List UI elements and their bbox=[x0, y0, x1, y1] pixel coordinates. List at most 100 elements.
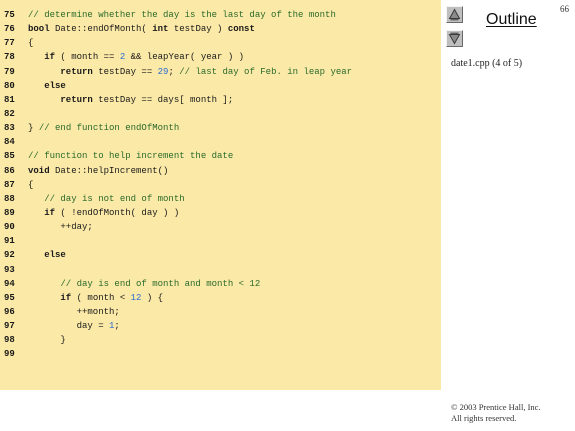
triangle-down-icon bbox=[448, 32, 461, 45]
code-line: 92 else bbox=[4, 248, 352, 262]
code-token-plain: day = bbox=[28, 321, 110, 332]
code-line: 86 void Date::helpIncrement() bbox=[4, 164, 352, 178]
code-token-plain: testDay == days[ month ]; bbox=[92, 94, 234, 105]
line-number: 88 bbox=[4, 193, 15, 204]
code-line: 79 return testDay == 29; // last day of … bbox=[4, 65, 352, 79]
line-number: 98 bbox=[4, 335, 15, 346]
code-line: 76 bool Date::endOfMonth( int testDay ) c… bbox=[4, 22, 352, 36]
triangle-up-icon bbox=[448, 8, 461, 21]
line-number: 76 bbox=[4, 24, 15, 35]
code-token-plain: testDay == bbox=[92, 66, 158, 77]
line-number: 97 bbox=[4, 321, 15, 332]
code-token-keyword: else bbox=[44, 80, 66, 91]
line-number: 94 bbox=[4, 278, 15, 289]
code-line: 80 else bbox=[4, 79, 352, 93]
code-token-plain: ( month == bbox=[55, 52, 120, 63]
line-number: 92 bbox=[4, 250, 15, 261]
code-line: 99 bbox=[4, 347, 352, 361]
code-token-keyword: const bbox=[227, 24, 255, 35]
code-token-plain: ; bbox=[168, 66, 180, 77]
previous-slide-button[interactable] bbox=[446, 6, 463, 23]
code-token-keyword: int bbox=[152, 24, 169, 35]
code-token-keyword: else bbox=[44, 250, 66, 261]
code-token-comment: // determine whether the day is the last… bbox=[28, 10, 336, 20]
line-number: 79 bbox=[4, 66, 15, 77]
code-line: 78 if ( month == 2 && leapYear( year ) ) bbox=[4, 50, 352, 64]
code-line: 98 } bbox=[4, 333, 352, 347]
code-line: 87 { bbox=[4, 178, 352, 192]
line-number: 95 bbox=[4, 292, 15, 303]
code-line: 93 bbox=[4, 263, 352, 277]
code-line: 88 // day is not end of month bbox=[4, 192, 352, 206]
code-line: 83} // end function endOfMonth bbox=[4, 121, 352, 135]
copyright-notice: © 2003 Prentice Hall, Inc. All rights re… bbox=[451, 402, 541, 424]
code-token-comment: // day is end of month and month < 12 bbox=[60, 278, 261, 289]
code-token-plain: ( month < bbox=[71, 292, 131, 303]
line-number: 99 bbox=[4, 349, 15, 360]
code-token-keyword: if bbox=[60, 292, 72, 303]
code-line: 84 bbox=[4, 135, 352, 149]
code-token-comment: // function to help increment the date bbox=[28, 151, 234, 162]
copyright-line: All rights reserved. bbox=[451, 413, 517, 423]
code-token-plain: Date::helpIncrement() bbox=[49, 165, 169, 176]
code-line: 85 // function to help increment the date bbox=[4, 149, 352, 163]
line-number: 87 bbox=[4, 179, 15, 190]
code-line: 91 bbox=[4, 234, 352, 248]
line-number: 82 bbox=[4, 108, 15, 119]
outline-title[interactable]: Outline bbox=[486, 11, 537, 29]
line-number: 90 bbox=[4, 222, 15, 233]
code-listing: 75 // determine whether the day is the la… bbox=[4, 8, 352, 362]
code-line: 90 ++day; bbox=[4, 220, 352, 234]
code-token-plain: ) { bbox=[141, 292, 164, 303]
code-line: 75 // determine whether the day is the la… bbox=[4, 8, 352, 22]
code-token-keyword: if bbox=[44, 52, 56, 63]
line-number: 93 bbox=[4, 264, 15, 275]
code-token-number: 12 bbox=[130, 292, 142, 303]
code-token-comment: // end function endOfMonth bbox=[38, 123, 180, 134]
code-token-keyword: if bbox=[44, 207, 56, 218]
code-line: 77 { bbox=[4, 36, 352, 50]
code-line: 82 bbox=[4, 107, 352, 121]
code-token-plain: Date::endOfMonth( bbox=[49, 24, 153, 35]
line-number: 85 bbox=[4, 151, 15, 162]
line-number: 83 bbox=[4, 123, 15, 134]
line-number: 86 bbox=[4, 165, 15, 176]
line-number: 91 bbox=[4, 236, 15, 247]
code-token-plain: testDay ) bbox=[168, 24, 228, 35]
code-token-plain: { bbox=[28, 38, 34, 49]
code-token-comment: // day is not end of month bbox=[44, 193, 185, 204]
line-number: 75 bbox=[4, 10, 15, 20]
line-number: 84 bbox=[4, 137, 15, 148]
code-panel: 75 // determine whether the day is the la… bbox=[0, 0, 441, 390]
code-line: 94 // day is end of month and month < 12 bbox=[4, 277, 352, 291]
line-number: 89 bbox=[4, 207, 15, 218]
line-number: 78 bbox=[4, 52, 15, 63]
code-token-plain: ++month; bbox=[28, 306, 120, 317]
code-token-plain: { bbox=[28, 179, 34, 190]
code-token-plain: ( !endOfMonth( day ) ) bbox=[55, 207, 180, 218]
code-token-comment: // last day of Feb. in leap year bbox=[179, 66, 353, 77]
code-token-plain: } bbox=[28, 335, 66, 346]
file-label: date1.cpp (4 of 5) bbox=[451, 58, 523, 69]
next-slide-button[interactable] bbox=[446, 30, 463, 47]
line-number: 80 bbox=[4, 80, 15, 91]
code-token-number: 29 bbox=[157, 66, 169, 77]
copyright-line: © 2003 Prentice Hall, Inc. bbox=[451, 402, 541, 412]
code-line: 96 ++month; bbox=[4, 305, 352, 319]
page-number: 66 bbox=[560, 4, 569, 14]
code-token-plain: } bbox=[28, 123, 39, 134]
code-line: 81 return testDay == days[ month ]; bbox=[4, 93, 352, 107]
code-line: 89 if ( !endOfMonth( day ) ) bbox=[4, 206, 352, 220]
code-token-plain: && leapYear( year ) ) bbox=[125, 52, 245, 63]
code-line: 97 day = 1; bbox=[4, 319, 352, 333]
code-line: 95 if ( month < 12 ) { bbox=[4, 291, 352, 305]
